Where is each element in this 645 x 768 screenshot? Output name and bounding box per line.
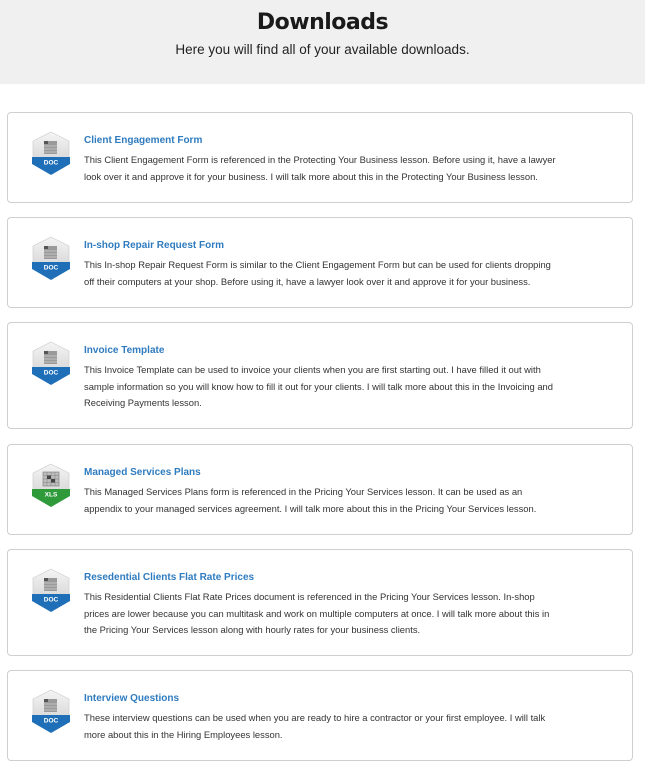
- download-card[interactable]: DOC Resedential Clients Flat Rate Prices…: [7, 549, 633, 656]
- download-title-link[interactable]: Interview Questions: [84, 692, 179, 706]
- svg-text:DOC: DOC: [44, 265, 59, 272]
- svg-text:DOC: DOC: [44, 370, 59, 377]
- download-description: This In-shop Repair Request Form is simi…: [84, 259, 551, 287]
- doc-file-icon[interactable]: DOC: [31, 131, 71, 177]
- page-title: Downloads: [256, 10, 389, 35]
- download-title-link[interactable]: In-shop Repair Request Form: [84, 239, 224, 253]
- svg-text:XLS: XLS: [45, 492, 58, 499]
- doc-file-icon[interactable]: DOC: [31, 689, 71, 735]
- download-title-link[interactable]: Resedential Clients Flat Rate Prices: [84, 571, 254, 585]
- doc-file-icon[interactable]: DOC: [31, 341, 71, 387]
- download-card[interactable]: DOC In-shop Repair Request Form This In-…: [7, 217, 633, 308]
- svg-text:DOC: DOC: [44, 597, 59, 604]
- download-title-link[interactable]: Managed Services Plans: [84, 466, 201, 480]
- download-card[interactable]: DOC Invoice Template This Invoice Templa…: [7, 322, 633, 429]
- download-description: This Client Engagement Form is reference…: [84, 154, 556, 182]
- doc-file-icon[interactable]: DOC: [31, 568, 71, 614]
- download-title-link[interactable]: Invoice Template: [84, 344, 164, 358]
- doc-file-icon[interactable]: DOC: [31, 236, 71, 282]
- page-header: Downloads Here you will find all of your…: [0, 0, 645, 84]
- download-card[interactable]: DOC Client Engagement Form This Client E…: [7, 112, 633, 203]
- download-description: These interview questions can be used wh…: [84, 712, 546, 740]
- xls-file-icon[interactable]: XLS: [31, 463, 71, 509]
- download-title-link[interactable]: Client Engagement Form: [84, 134, 202, 148]
- download-card[interactable]: XLS Managed Services Plans This Managed …: [7, 444, 633, 535]
- download-description: This Managed Services Plans form is refe…: [84, 486, 537, 514]
- svg-text:DOC: DOC: [44, 718, 59, 725]
- download-description: This Invoice Template can be used to inv…: [84, 364, 553, 408]
- download-card[interactable]: DOC Interview Questions These interview …: [7, 670, 633, 761]
- svg-text:DOC: DOC: [44, 160, 59, 167]
- page-subtitle: Here you will find all of your available…: [175, 42, 470, 57]
- download-description: This Residential Clients Flat Rate Price…: [84, 591, 550, 635]
